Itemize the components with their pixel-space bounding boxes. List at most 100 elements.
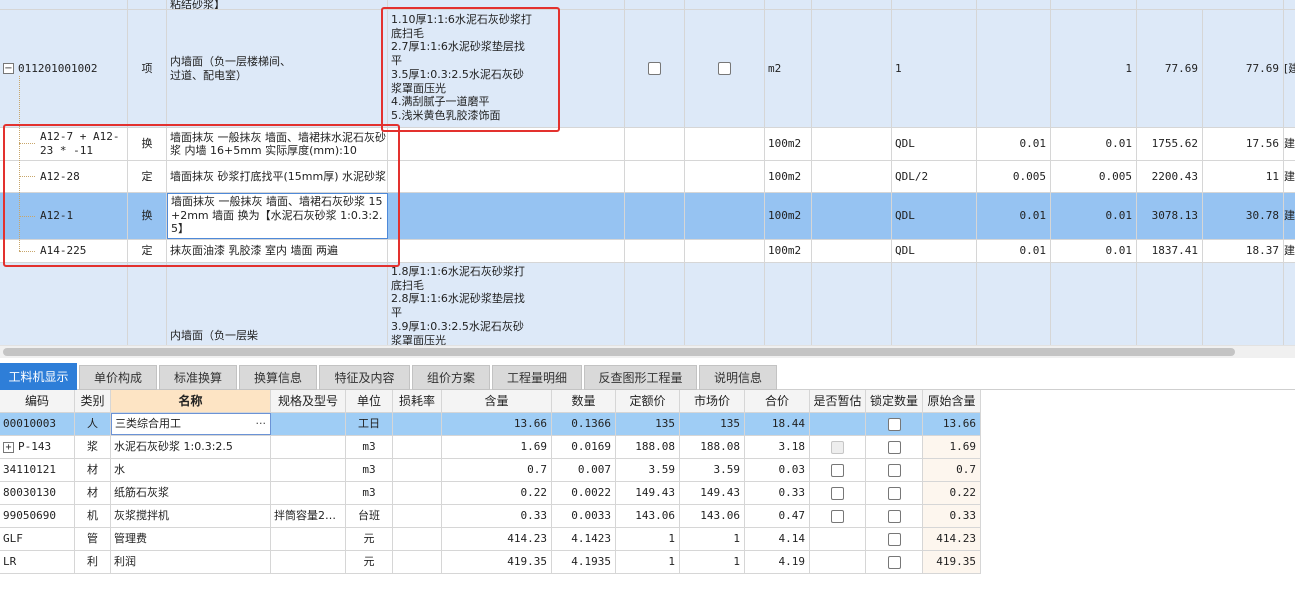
table-row[interactable]: GLF 管 管理费 元 414.23 4.1423 1 1 4.14 414.2…: [0, 528, 981, 551]
lock-checkbox[interactable]: [887, 555, 901, 569]
tab-reverse-lookup-quantity[interactable]: 反查图形工程量: [584, 365, 697, 390]
sub-type: 定: [128, 161, 167, 192]
lock-checkbox[interactable]: [887, 486, 901, 500]
unit-cell: 元: [346, 551, 393, 573]
table-row[interactable]: 内墙面（负一层柴 1.8厚1:1:6水泥石灰砂浆打底扫毛 2.8厚1:1:6水泥…: [0, 263, 1295, 345]
qty-expr-cell: 1: [892, 10, 977, 127]
total-cell: 0.33: [745, 482, 810, 504]
table-row[interactable]: 34110121 材 水 m3 0.7 0.007 3.59 3.59 0.03…: [0, 459, 981, 482]
table-row[interactable]: − 011201001002 项 内墙面（负一层楼梯间、过道、配电室） 1.10…: [0, 10, 1295, 128]
market-price-cell: 143.06: [680, 505, 745, 527]
table-row[interactable]: + P-143 浆 水泥石灰砂浆 1:0.3:2.5 m3 1.69 0.0169…: [0, 436, 981, 459]
tab-unit-price-composition[interactable]: 单价构成: [79, 365, 157, 390]
name-editor[interactable]: 三类综合用工 ···: [111, 413, 271, 435]
lock-checkbox[interactable]: [887, 440, 901, 454]
col-spec[interactable]: 规格及型号: [271, 390, 346, 412]
spec-cell: [271, 436, 346, 458]
name-cell: 粘结砂浆】: [167, 0, 388, 9]
provisional-checkbox[interactable]: [831, 486, 844, 500]
name-cell: 管理费: [111, 528, 271, 550]
quota-price-cell: 3.59: [616, 459, 680, 481]
category-cell: 材: [75, 482, 111, 504]
col-quota-price[interactable]: 定额价: [616, 390, 680, 412]
market-price-cell: 188.08: [680, 436, 745, 458]
total-cell: 4.19: [745, 551, 810, 573]
name-cell: 纸筋石灰浆: [111, 482, 271, 504]
total-cell: 30.78: [1203, 193, 1284, 239]
expr-cell: QDL/2: [892, 161, 977, 192]
provisional-checkbox[interactable]: [831, 463, 844, 477]
lock-checkbox[interactable]: [887, 532, 901, 546]
item-name: 内墙面（负一层柴: [167, 263, 388, 345]
code-cell: 99050690: [0, 505, 75, 527]
table-row[interactable]: 99050690 机 灰浆搅拌机 拌筒容量2… 台班 0.33 0.0033 1…: [0, 505, 981, 528]
col-category[interactable]: 类别: [75, 390, 111, 412]
market-price-cell: 3.59: [680, 459, 745, 481]
content-cell: 0.22: [442, 482, 552, 504]
tree-line: [19, 143, 35, 144]
checkbox[interactable]: [718, 62, 731, 75]
tab-features-content[interactable]: 特征及内容: [319, 365, 410, 390]
tab-standard-conversion[interactable]: 标准换算: [159, 365, 237, 390]
quota-price-cell: 1: [616, 551, 680, 573]
provisional-checkbox[interactable]: [831, 509, 844, 523]
table-row-selected[interactable]: A12-1 换 墙面抹灰 一般抹灰 墙面、墙裙石灰砂浆 15+2mm 墙面 换为…: [0, 193, 1295, 240]
col-market-price[interactable]: 市场价: [680, 390, 745, 412]
lock-checkbox[interactable]: [887, 463, 901, 477]
orig-content-cell: 0.22: [923, 482, 981, 504]
code-cell: 00010003: [0, 413, 75, 435]
horizontal-scrollbar[interactable]: [0, 345, 1295, 358]
sub-name-editor[interactable]: 墙面抹灰 一般抹灰 墙面、墙裙石灰砂浆 15+2mm 墙面 换为【水泥石灰砂浆 …: [167, 193, 388, 239]
col-code[interactable]: 编码: [0, 390, 75, 412]
table-row-selected[interactable]: 00010003 人 三类综合用工 ··· 工日 13.66 0.1366 13…: [0, 413, 981, 436]
item-features: 1.8厚1:1:6水泥石灰砂浆打底扫毛 2.8厚1:1:6水泥砂浆垫层找平 3.…: [388, 263, 625, 345]
sub-name: 墙面抹灰 砂浆打底找平(15mm厚) 水泥砂浆: [167, 161, 388, 192]
collapse-icon[interactable]: −: [3, 63, 14, 74]
ellipsis-button[interactable]: ···: [256, 417, 267, 431]
col-orig-content[interactable]: 原始含量: [923, 390, 981, 412]
code-cell: LR: [0, 551, 75, 573]
tab-labor-material-machine[interactable]: 工料机显示: [0, 363, 77, 390]
col-loss[interactable]: 损耗率: [393, 390, 442, 412]
col-name[interactable]: 名称: [111, 390, 271, 412]
name-cell: 灰浆搅拌机: [111, 505, 271, 527]
quota-price-cell: 1: [616, 528, 680, 550]
lock-checkbox[interactable]: [887, 417, 901, 431]
col-provisional[interactable]: 是否暂估: [810, 390, 866, 412]
table-row[interactable]: 80030130 材 纸筋石灰浆 m3 0.22 0.0022 149.43 1…: [0, 482, 981, 505]
scrollbar-thumb[interactable]: [3, 348, 1235, 356]
lock-checkbox[interactable]: [887, 509, 901, 523]
col-unit[interactable]: 单位: [346, 390, 393, 412]
col-lock-qty[interactable]: 锁定数量: [866, 390, 923, 412]
checkbox[interactable]: [648, 62, 661, 75]
unit-cell: 台班: [346, 505, 393, 527]
orig-content-cell: 0.7: [923, 459, 981, 481]
item-grid[interactable]: 粘结砂浆】 − 011201001002 项 内墙面（负一层楼梯间、过道、配电室…: [0, 0, 1295, 345]
sub-type: 定: [128, 240, 167, 262]
feature-line: 2.8厚1:1:6水泥砂浆垫层找平: [391, 292, 525, 320]
col-qty[interactable]: 数量: [552, 390, 616, 412]
table-row[interactable]: 粘结砂浆】: [0, 0, 1295, 10]
table-row[interactable]: LR 利 利润 元 419.35 4.1935 1 1 4.19 419.35: [0, 551, 981, 574]
tab-conversion-info[interactable]: 换算信息: [239, 365, 317, 390]
table-row[interactable]: A12-7 + A12-23 * -11 换 墙面抹灰 一般抹灰 墙面、墙裙抹水…: [0, 128, 1295, 161]
sub-name: 墙面抹灰 一般抹灰 墙面、墙裙抹水泥石灰砂浆 内墙 16+5mm 实际厚度(mm…: [167, 128, 388, 160]
tab-description[interactable]: 说明信息: [699, 365, 777, 390]
qty-cell: 0.0169: [552, 436, 616, 458]
unit-cell: 工日: [346, 413, 393, 435]
table-row[interactable]: A14-225 定 抹灰面油漆 乳胶漆 室内 墙面 两遍 100m2 QDL 0…: [0, 240, 1295, 263]
tab-quantity-details[interactable]: 工程量明细: [492, 365, 582, 390]
feature-line: 1.10厚1:1:6水泥石灰砂浆打底扫毛: [391, 13, 532, 40]
qty-cell: 1: [1051, 10, 1137, 127]
table-row[interactable]: A12-28 定 墙面抹灰 砂浆打底找平(15mm厚) 水泥砂浆 100m2 Q…: [0, 161, 1295, 193]
market-price-cell: 1: [680, 551, 745, 573]
col-content[interactable]: 含量: [442, 390, 552, 412]
name-cell: 三类综合用工: [115, 417, 181, 430]
expand-icon[interactable]: +: [3, 441, 14, 453]
quota-price-cell: 188.08: [616, 436, 680, 458]
category-cell: 浆: [75, 436, 111, 458]
material-table[interactable]: 编码 类别 名称 规格及型号 单位 损耗率 含量 数量 定额价 市场价 合价 是…: [0, 390, 981, 574]
tail-cell: 建: [1284, 137, 1295, 150]
tab-pricing-scheme[interactable]: 组价方案: [412, 365, 490, 390]
col-total[interactable]: 合价: [745, 390, 810, 412]
